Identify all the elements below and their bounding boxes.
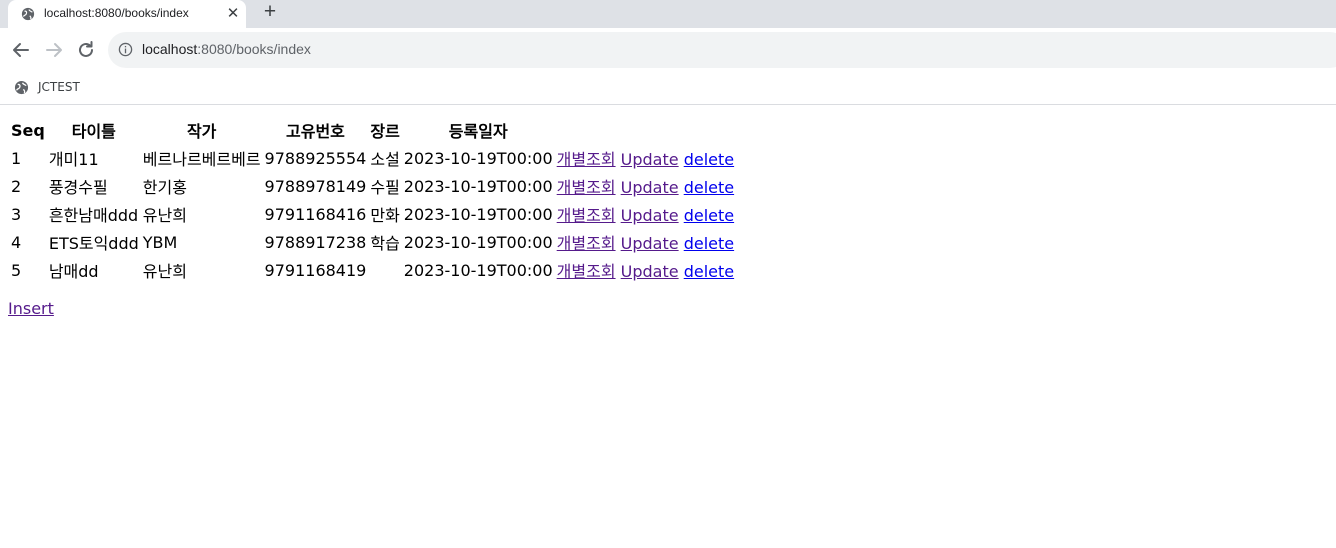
delete-link[interactable]: delete [684, 234, 734, 253]
cell-actions: 개별조회 Update delete [556, 257, 735, 283]
browser-toolbar: localhost:8080/books/index [0, 28, 1336, 72]
header-title: 타이틀 [71, 122, 116, 141]
cell-actions: 개별조회 Update delete [556, 229, 735, 255]
update-link[interactable]: Update [621, 178, 679, 197]
update-link[interactable]: Update [621, 206, 679, 225]
cell-author: YBM [142, 232, 178, 252]
cell-title: 흔한남매ddd [48, 206, 139, 225]
header-isbn: 고유번호 [286, 122, 345, 141]
delete-link[interactable]: delete [684, 178, 734, 197]
detail-link[interactable]: 개별조회 [557, 150, 616, 169]
table-header-row: Seq 타이틀 작가 고유번호 장르 등록일자 [10, 117, 735, 143]
update-link[interactable]: Update [621, 262, 679, 281]
table-row: 1 개미11 베르나르베르베르 9788925554 소설 2023-10-19… [10, 145, 735, 171]
info-icon[interactable] [118, 42, 133, 57]
cell-genre: 수필 [370, 178, 400, 197]
cell-author: 베르나르베르베르 [142, 150, 261, 169]
bookmarks-bar: JCTEST [0, 72, 1336, 105]
cell-title: ETS토익ddd [48, 234, 139, 253]
table-row: 5 남매dd 유난희 9791168419 2023-10-19T00:00 개… [10, 257, 735, 283]
cell-actions: 개별조회 Update delete [556, 173, 735, 199]
cell-genre [369, 257, 400, 283]
detail-link[interactable]: 개별조회 [557, 262, 616, 281]
cell-actions: 개별조회 Update delete [556, 201, 735, 227]
back-arrow-icon[interactable] [10, 39, 32, 61]
detail-link[interactable]: 개별조회 [557, 178, 616, 197]
delete-link[interactable]: delete [684, 150, 734, 169]
cell-actions: 개별조회 Update delete [556, 145, 735, 171]
cell-date: 2023-10-19T00:00 [403, 232, 553, 252]
table-row: 3 흔한남매ddd 유난희 9791168416 만화 2023-10-19T0… [10, 201, 735, 227]
cell-isbn: 9788917238 [264, 232, 367, 252]
cell-isbn: 9791168419 [264, 260, 367, 280]
cell-date: 2023-10-19T00:00 [403, 260, 553, 280]
tab-strip: localhost:8080/books/index ✕ + [0, 0, 1336, 28]
cell-date: 2023-10-19T00:00 [403, 176, 553, 196]
cell-date: 2023-10-19T00:00 [403, 204, 553, 224]
cell-date: 2023-10-19T00:00 [403, 148, 553, 168]
cell-genre: 소설 [370, 150, 400, 169]
plus-icon[interactable]: + [259, 1, 281, 23]
header-date: 등록일자 [448, 122, 508, 141]
url-path: :8080/books/index [197, 41, 311, 57]
cell-seq: 5 [11, 260, 22, 280]
cell-genre: 학습 [370, 234, 400, 253]
table-row: 2 풍경수필 한기홍 9788978149 수필 2023-10-19T00:0… [10, 173, 735, 199]
header-genre: 장르 [370, 122, 400, 141]
cell-seq: 4 [11, 232, 22, 252]
books-table: Seq 타이틀 작가 고유번호 장르 등록일자 1 개미11 베르나르베르베르 … [8, 115, 737, 285]
globe-icon [14, 80, 29, 95]
close-icon[interactable]: ✕ [224, 4, 242, 22]
header-author: 작가 [186, 122, 217, 141]
reload-icon[interactable] [75, 39, 97, 61]
cell-seq: 3 [11, 204, 22, 224]
browser-tab-active[interactable]: localhost:8080/books/index ✕ [8, 0, 246, 28]
cell-title: 개미11 [48, 150, 99, 169]
forward-arrow-icon[interactable] [43, 39, 65, 61]
delete-link[interactable]: delete [684, 262, 734, 281]
header-seq: Seq [11, 120, 45, 140]
cell-isbn: 9788925554 [264, 148, 367, 168]
detail-link[interactable]: 개별조회 [557, 206, 616, 225]
cell-title: 남매dd [48, 262, 99, 281]
cell-isbn: 9788978149 [264, 176, 367, 196]
detail-link[interactable]: 개별조회 [557, 234, 616, 253]
bookmark-label: JCTEST [38, 80, 80, 94]
cell-author: 유난희 [142, 262, 187, 281]
cell-seq: 2 [11, 176, 22, 196]
cell-genre: 만화 [370, 206, 400, 225]
page-content: Seq 타이틀 작가 고유번호 장르 등록일자 1 개미11 베르나르베르베르 … [0, 105, 1336, 319]
table-row: 4 ETS토익ddd YBM 9788917238 학습 2023-10-19T… [10, 229, 735, 255]
cell-title: 풍경수필 [48, 178, 108, 197]
address-bar[interactable]: localhost:8080/books/index [108, 32, 1336, 68]
update-link[interactable]: Update [621, 234, 679, 253]
cell-seq: 1 [11, 148, 22, 168]
insert-link[interactable]: Insert [8, 299, 54, 318]
update-link[interactable]: Update [621, 150, 679, 169]
cell-author: 유난희 [142, 206, 187, 225]
globe-icon [21, 7, 35, 21]
url-host: localhost [142, 41, 198, 57]
cell-isbn: 9791168416 [264, 204, 367, 224]
url-text[interactable]: localhost:8080/books/index [142, 41, 311, 57]
cell-author: 한기홍 [142, 178, 187, 197]
tab-title: localhost:8080/books/index [44, 6, 189, 20]
delete-link[interactable]: delete [684, 206, 734, 225]
